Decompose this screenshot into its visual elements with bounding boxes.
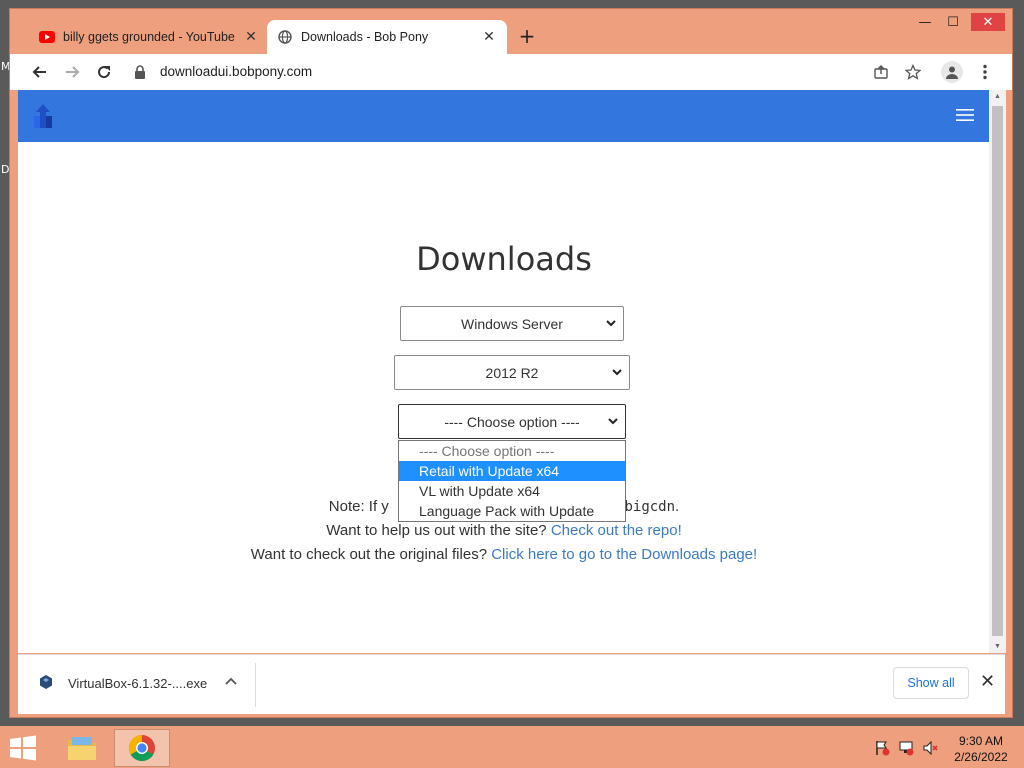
help-text: Want to help us out with the site? bbox=[326, 522, 551, 539]
close-tab-icon[interactable]: ✕ bbox=[243, 29, 259, 45]
clock-date: 2/26/2022 bbox=[954, 750, 1008, 764]
divider bbox=[255, 663, 256, 707]
page-scrollbar[interactable]: ▲ ▼ bbox=[989, 90, 1006, 653]
site-navbar bbox=[18, 90, 990, 142]
dropdown-option[interactable]: Language Pack with Update bbox=[399, 501, 625, 521]
share-icon[interactable] bbox=[870, 61, 892, 83]
original-text: Want to check out the original files? bbox=[250, 546, 492, 563]
downloads-shelf: VirtualBox-6.1.32-....exe Show all ✕ bbox=[18, 654, 1005, 714]
chevron-down-icon bbox=[606, 320, 616, 327]
new-tab-button[interactable]: + bbox=[516, 24, 538, 48]
windows-start-icon[interactable] bbox=[8, 735, 38, 761]
chevron-down-icon bbox=[612, 369, 622, 376]
globe-icon bbox=[277, 29, 293, 45]
scroll-up-arrow-icon[interactable]: ▲ bbox=[993, 93, 1002, 100]
bigcdn-code: bigcdn bbox=[624, 499, 676, 515]
chevron-up-icon[interactable] bbox=[223, 674, 239, 690]
forward-arrow-icon[interactable] bbox=[61, 61, 83, 83]
edition-select[interactable]: ---- Choose option ---- bbox=[398, 404, 626, 439]
edition-dropdown-list: ---- Choose option ---- Retail with Upda… bbox=[398, 440, 626, 522]
scroll-down-arrow-icon[interactable]: ▼ bbox=[993, 643, 1002, 650]
select-value: ---- Choose option ---- bbox=[444, 413, 580, 430]
note-prefix: Note: If y bbox=[328, 498, 389, 515]
close-shelf-icon[interactable]: ✕ bbox=[980, 671, 995, 692]
action-center-flag-icon[interactable] bbox=[874, 740, 890, 756]
reload-icon[interactable] bbox=[93, 61, 115, 83]
os-select[interactable]: Windows Server bbox=[400, 306, 624, 341]
tab-title: Downloads - Bob Pony bbox=[301, 30, 429, 44]
show-all-button[interactable]: Show all bbox=[893, 667, 969, 699]
url-text: downloadui.bobpony.com bbox=[160, 64, 313, 79]
tab-downloads[interactable]: Downloads - Bob Pony ✕ bbox=[267, 20, 507, 54]
repo-link[interactable]: Check out the repo! bbox=[551, 522, 682, 539]
close-tab-icon[interactable]: ✕ bbox=[481, 29, 497, 45]
title-bar: billy ggets grounded - YouTube ✕ Downloa… bbox=[10, 9, 1012, 54]
downloads-page-link[interactable]: Click here to go to the Downloads page! bbox=[491, 546, 757, 563]
scrollbar-thumb[interactable] bbox=[992, 106, 1003, 636]
virtualbox-file-icon bbox=[38, 674, 54, 695]
file-explorer-taskbar-icon[interactable] bbox=[54, 729, 110, 767]
back-arrow-icon[interactable] bbox=[29, 61, 51, 83]
select-value: Windows Server bbox=[461, 315, 563, 332]
tab-title: billy ggets grounded - YouTube bbox=[63, 30, 235, 44]
taskbar: 9:30 AM 2/26/2022 bbox=[0, 726, 1024, 768]
address-bar[interactable]: downloadui.bobpony.com bbox=[122, 58, 928, 86]
site-logo-icon[interactable] bbox=[30, 102, 56, 130]
minimize-button[interactable]: — bbox=[911, 13, 939, 31]
volume-muted-icon[interactable] bbox=[922, 740, 938, 756]
version-select[interactable]: 2012 R2 bbox=[394, 355, 630, 390]
chevron-down-icon bbox=[608, 418, 618, 425]
dropdown-option[interactable]: VL with Update x64 bbox=[399, 481, 625, 501]
network-icon[interactable] bbox=[898, 740, 914, 756]
lock-icon bbox=[134, 65, 146, 84]
browser-toolbar: downloadui.bobpony.com bbox=[10, 54, 1012, 90]
profile-avatar-icon[interactable] bbox=[941, 61, 963, 83]
help-line: Want to help us out with the site? Check… bbox=[18, 522, 990, 539]
page-viewport: Downloads Windows Server 2012 R2 ---- Ch… bbox=[18, 90, 990, 653]
download-file-name[interactable]: VirtualBox-6.1.32-....exe bbox=[68, 676, 207, 691]
system-clock[interactable]: 9:30 AM 2/26/2022 bbox=[946, 733, 1016, 765]
dropdown-option[interactable]: ---- Choose option ---- bbox=[399, 441, 625, 461]
menu-kebab-icon[interactable] bbox=[974, 61, 996, 83]
page-title: Downloads bbox=[416, 240, 592, 278]
chrome-taskbar-icon[interactable] bbox=[114, 729, 170, 767]
clock-time: 9:30 AM bbox=[958, 734, 1004, 748]
hamburger-menu-icon[interactable] bbox=[956, 108, 974, 122]
tab-youtube[interactable]: billy ggets grounded - YouTube ✕ bbox=[29, 20, 269, 54]
maximize-button[interactable]: ☐ bbox=[939, 13, 967, 31]
close-window-button[interactable]: ✕ bbox=[971, 13, 1005, 31]
dropdown-option[interactable]: Retail with Update x64 bbox=[399, 461, 625, 481]
bookmark-star-icon[interactable] bbox=[902, 61, 924, 83]
original-files-line: Want to check out the original files? Cl… bbox=[18, 546, 990, 563]
youtube-icon bbox=[39, 29, 55, 45]
select-value: 2012 R2 bbox=[485, 364, 539, 381]
note-end: . bbox=[675, 498, 680, 515]
browser-window: billy ggets grounded - YouTube ✕ Downloa… bbox=[9, 8, 1013, 718]
